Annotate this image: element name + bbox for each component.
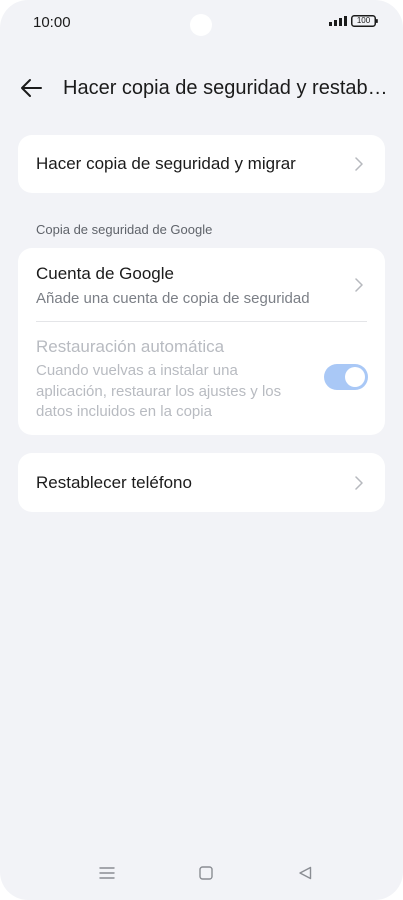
chevron-right-icon [355, 476, 363, 490]
backup-migrate-label: Hacer copia de seguridad y migrar [36, 154, 296, 173]
app-bar: Hacer copia de seguridad y restablecer [0, 66, 403, 110]
front-camera-cutout [190, 14, 212, 36]
reset-phone-row[interactable]: Restablecer teléfono [18, 453, 385, 512]
reset-phone-label: Restablecer teléfono [36, 473, 192, 492]
signal-icon [329, 16, 347, 26]
chevron-right-icon [355, 278, 363, 292]
reset-phone-card: Restablecer teléfono [18, 453, 385, 512]
back-triangle-icon[interactable] [298, 866, 312, 880]
backup-migrate-card: Hacer copia de seguridad y migrar [18, 135, 385, 193]
auto-restore-toggle[interactable] [324, 364, 368, 390]
page-title: Hacer copia de seguridad y restablecer [63, 77, 391, 99]
auto-restore-description: Cuando vuelvas a instalar una aplicación… [36, 362, 282, 420]
divider [36, 321, 367, 322]
navigation-bar [0, 860, 403, 890]
google-account-subtitle: Añade una cuenta de copia de seguridad [36, 290, 310, 307]
backup-migrate-row[interactable]: Hacer copia de seguridad y migrar [18, 135, 385, 193]
status-time: 10:00 [33, 14, 71, 31]
battery-level: 100 [356, 16, 371, 25]
google-account-row[interactable]: Cuenta de Google Añade una cuenta de cop… [18, 248, 385, 321]
menu-icon[interactable] [99, 866, 115, 880]
chevron-right-icon [355, 157, 363, 171]
google-backup-card: Cuenta de Google Añade una cuenta de cop… [18, 248, 385, 435]
google-account-title: Cuenta de Google [36, 264, 174, 283]
phone-screen: 10:00 100 Hacer copia de seguridad y res… [0, 0, 403, 900]
home-square-icon[interactable] [199, 866, 213, 880]
status-bar: 10:00 100 [0, 0, 403, 46]
arrow-left-icon[interactable] [20, 78, 42, 98]
google-backup-section-label: Copia de seguridad de Google [36, 222, 213, 237]
auto-restore-title: Restauración automática [36, 337, 225, 356]
toggle-knob [345, 367, 365, 387]
